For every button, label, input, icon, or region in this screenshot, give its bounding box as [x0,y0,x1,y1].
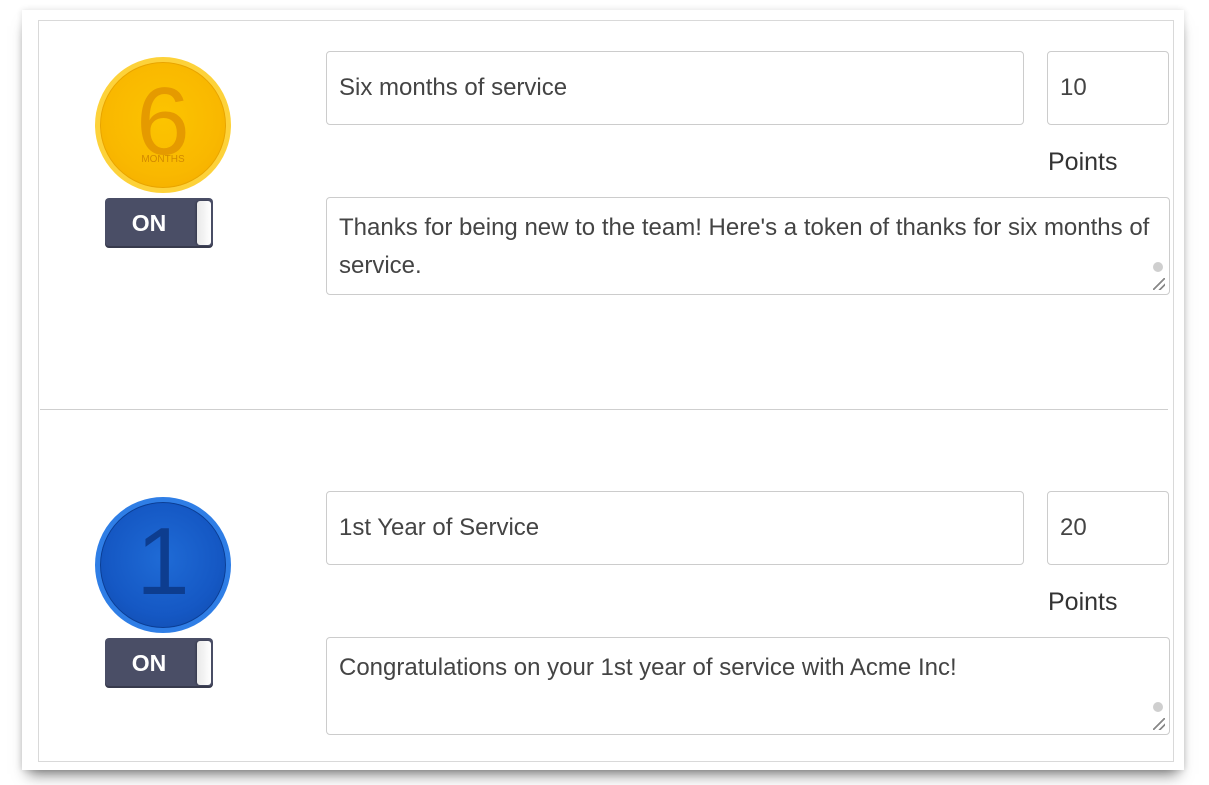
award-points-input-six-months[interactable]: 10 [1047,51,1169,125]
resize-handle-icon[interactable] [1153,278,1165,290]
toggle-label: ON [131,210,167,236]
points-label: Points [1048,148,1118,176]
award-toggle-six-months[interactable]: ON [105,198,213,248]
toggle-label: ON [131,650,167,676]
award-message-textarea-six-months[interactable]: Thanks for being new to the team! Here's… [326,197,1170,295]
resize-handle-icon[interactable] [1153,718,1165,730]
section-divider [40,409,1168,410]
six-months-badge-icon: 6 MONTHS [95,57,231,193]
award-message-textarea-first-year[interactable]: Congratulations on your 1st year of serv… [326,637,1170,735]
award-toggle-first-year[interactable]: ON [105,638,213,688]
points-label: Points [1048,588,1118,616]
badge-number: 1 [136,508,190,615]
badge-sub-label: MONTHS [141,154,185,165]
one-year-badge-icon: 1 [95,497,231,633]
scrollbar-thumb[interactable] [1153,262,1163,272]
award-title-input-six-months[interactable]: Six months of service [326,51,1024,125]
award-message-text: Congratulations on your 1st year of serv… [339,654,957,681]
toggle-knob[interactable] [197,641,211,685]
toggle-knob[interactable] [197,201,211,245]
award-points-input-first-year[interactable]: 20 [1047,491,1169,565]
award-message-text: Thanks for being new to the team! Here's… [339,214,1150,279]
award-title-input-first-year[interactable]: 1st Year of Service [326,491,1024,565]
scrollbar-thumb[interactable] [1153,702,1163,712]
